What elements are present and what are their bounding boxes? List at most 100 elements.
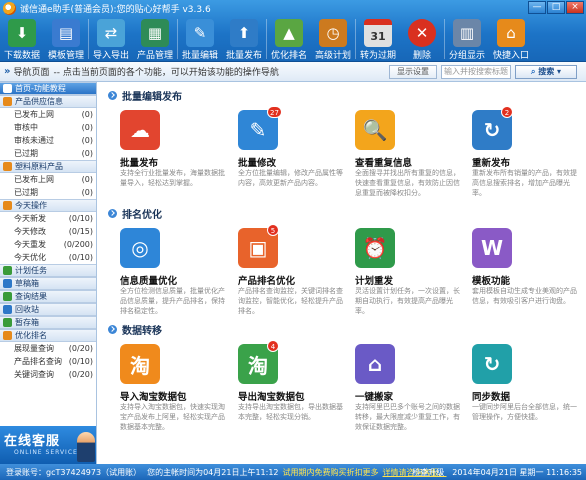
sidebar-item-label: 已过期 (14, 188, 38, 197)
feature-name[interactable]: 模板功能 (472, 273, 510, 287)
feature-icon[interactable]: ⏰ (355, 228, 395, 268)
feature-description: 全方位检测信息质量，批量优化产品信息质量，提升产品排名，保持排名稳定性。 (120, 287, 225, 315)
feature-panel: 批量编辑发布 ☁ 批量发布 支持全行业批量发布，海量数据批量导入，轻松达到掌握。 ✎ 27… (98, 82, 586, 464)
sidebar-item-count: (0) (81, 175, 93, 184)
sidebar-item-label: 审核中 (14, 123, 38, 132)
sidebar-item[interactable]: 今天重发 (0/200) (0, 238, 96, 251)
sidebar-section[interactable]: 查询结果 (0, 290, 96, 303)
chevron-down-icon: ▾ (557, 67, 562, 76)
feature-description: 全面搜寻并找出所有重复的信息，快速查看重复信息，有效防止因信息重复而被降权扣分。 (355, 169, 460, 197)
toolbar-button-import-export[interactable]: ⇄ 导入导出 (89, 16, 133, 62)
maximize-button[interactable]: □ (547, 1, 565, 14)
sidebar-group-header[interactable]: 今天操作 (0, 199, 96, 212)
section-title-label: 批量编辑发布 (122, 92, 182, 103)
feature-name[interactable]: 一键搬家 (355, 389, 393, 403)
feature-name[interactable]: 批量修改 (238, 155, 276, 169)
sidebar-group-title: 优化排名 (15, 331, 47, 340)
search-input[interactable]: 输入并按搜索标题 (441, 65, 511, 79)
toolbar-label: 批量编辑 (181, 51, 218, 61)
status-bar: 登录账号：gcT37424973（试用账） 您的主帐时间为04月21日上午11:… (0, 464, 586, 480)
toolbar-button-calendar[interactable]: 31 转为过期 (356, 16, 400, 62)
feature-description: 重新发布所有销量的产品，有效提高信息搜索排名，增加产品曝光率。 (472, 169, 577, 197)
sidebar-item[interactable]: 已过期 (0) (0, 186, 96, 199)
toolbar-button-template[interactable]: ▤ 模板管理 (44, 16, 88, 62)
toolbar-label: 优化排名 (270, 51, 307, 61)
sidebar-group-header[interactable]: 优化排名 (0, 329, 96, 342)
sidebar-item-home[interactable]: 首页-功能教程 (0, 82, 96, 95)
sidebar-section[interactable]: 暂存箱 (0, 316, 96, 329)
feature-name[interactable]: 产品排名优化 (238, 273, 295, 287)
sidebar-group-header[interactable]: 产品供应信息 (0, 95, 96, 108)
toolbar-button-home[interactable]: ⌂ 快捷入口 (489, 16, 533, 62)
section-bullet-icon (108, 209, 117, 218)
sidebar-item-count: (0) (81, 110, 93, 119)
feature-icon[interactable]: ↻ (472, 344, 512, 384)
sidebar: 首页-功能教程 产品供应信息 已发布上网 (0) 审核中 (0) 审核未通过 (0) 已过期 (0… (0, 82, 97, 464)
toolbar-button-batch-publish[interactable]: ⬆ 批量发布 (222, 16, 266, 62)
feature-icon[interactable]: W (472, 228, 512, 268)
feature-name[interactable]: 重新发布 (472, 155, 510, 169)
title-bar: 诚信通e助手(普通会员):您的贴心好帮手 v3.3.6 — □ × (0, 0, 586, 16)
section-title: 排名优化 (108, 206, 162, 221)
display-settings-button[interactable]: 显示设置 (389, 65, 437, 79)
sidebar-section-title: 回收站 (15, 305, 39, 314)
sidebar-item[interactable]: 审核中 (0) (0, 121, 96, 134)
online-service-banner[interactable]: 在线客服 ONLINE SERVICE (0, 426, 96, 464)
toolbar-button-group[interactable]: ▥ 分组显示 (445, 16, 489, 62)
sidebar-section[interactable]: 回收站 (0, 303, 96, 316)
sidebar-item-count: (0/20) (68, 370, 93, 379)
feature-name[interactable]: 导入淘宝数据包 (120, 389, 187, 403)
sidebar-item[interactable]: 展现量查询 (0/20) (0, 342, 96, 355)
check-upgrade-link[interactable]: 检查升级 (412, 467, 444, 478)
sidebar-item-label: 已发布上网 (14, 110, 54, 119)
nav-hint: -- 点击当前页面的各个功能，可以开始该功能的操作导航 (53, 68, 279, 78)
feature-icon[interactable]: 🔍 (355, 110, 395, 150)
feature-name[interactable]: 同步数据 (472, 389, 510, 403)
sidebar-section[interactable]: 计划任务 (0, 264, 96, 277)
feature-icon[interactable]: ◎ (120, 228, 160, 268)
section-icon (3, 305, 12, 314)
feature-icon[interactable]: ☁ (120, 110, 160, 150)
feature-description: 灵活设置计划任务，一次设置，长期自动执行，有效提高产品曝光率。 (355, 287, 460, 315)
sidebar-section[interactable]: 草稿箱 (0, 277, 96, 290)
sidebar-item[interactable]: 已过期 (0) (0, 147, 96, 160)
sidebar-item-count: (0/10) (68, 214, 93, 223)
sidebar-item[interactable]: 关键词查询 (0/20) (0, 368, 96, 381)
feature-name[interactable]: 查看重复信息 (355, 155, 412, 169)
sidebar-item-count: (0/10) (68, 253, 93, 262)
close-button[interactable]: × (566, 1, 584, 14)
status-datetime: 2014年04月21日 星期一 11:16:35 (452, 468, 582, 477)
toolbar-button-plan[interactable]: ◷ 高级计划 (311, 16, 355, 62)
toolbar-button-rank[interactable]: ▲ 优化排名 (267, 16, 311, 62)
search-button-label: 搜索 (538, 67, 555, 76)
toolbar-button-product[interactable]: ▦ 产品管理 (133, 16, 177, 62)
sidebar-item[interactable]: 已发布上网 (0) (0, 108, 96, 121)
minimize-button[interactable]: — (528, 1, 546, 14)
calendar-icon: 31 (364, 19, 392, 47)
search-button[interactable]: ⌕ 搜索 ▾ (515, 65, 577, 79)
sidebar-item[interactable]: 产品排名查询 (0/10) (0, 355, 96, 368)
sidebar-item-count: (0/200) (63, 240, 93, 249)
feature-name[interactable]: 批量发布 (120, 155, 158, 169)
sidebar-section-title: 暂存箱 (15, 318, 39, 327)
sidebar-item[interactable]: 审核未通过 (0) (0, 134, 96, 147)
toolbar-button-delete[interactable]: ✕ 删除 (400, 16, 444, 62)
sidebar-item-label: 审核未通过 (14, 136, 54, 145)
section-bullet-icon (108, 325, 117, 334)
sidebar-item[interactable]: 今天优化 (0/10) (0, 251, 96, 264)
feature-name[interactable]: 导出淘宝数据包 (238, 389, 305, 403)
sidebar-item[interactable]: 今天修改 (0/15) (0, 225, 96, 238)
sidebar-group-header[interactable]: 塑料原料产品 (0, 160, 96, 173)
template-icon: ▤ (52, 19, 80, 47)
sidebar-item[interactable]: 已发布上网 (0) (0, 173, 96, 186)
feature-description: 全方位批量编辑，修改产品属性等内容，高效更新产品内容。 (238, 169, 343, 187)
toolbar-button-batch-edit[interactable]: ✎ 批量编辑 (178, 16, 222, 62)
toolbar-button-download[interactable]: ⬇ 下载数据 (0, 16, 44, 62)
feature-icon[interactable]: 淘 (120, 344, 160, 384)
feature-name[interactable]: 信息质量优化 (120, 273, 177, 287)
sidebar-item-count: (0) (81, 123, 93, 132)
feature-name[interactable]: 计划重发 (355, 273, 393, 287)
feature-icon[interactable]: ⌂ (355, 344, 395, 384)
sidebar-group-title: 产品供应信息 (15, 97, 63, 106)
sidebar-item[interactable]: 今天新发 (0/10) (0, 212, 96, 225)
